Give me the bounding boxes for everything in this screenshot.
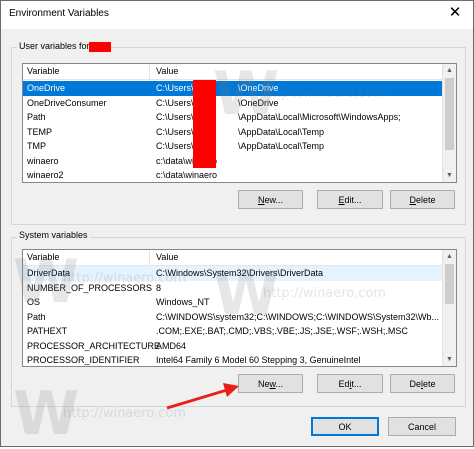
annotation-arrow-icon — [166, 383, 239, 410]
environment-variables-dialog: Environment Variables ✕ User variables f… — [0, 0, 474, 449]
